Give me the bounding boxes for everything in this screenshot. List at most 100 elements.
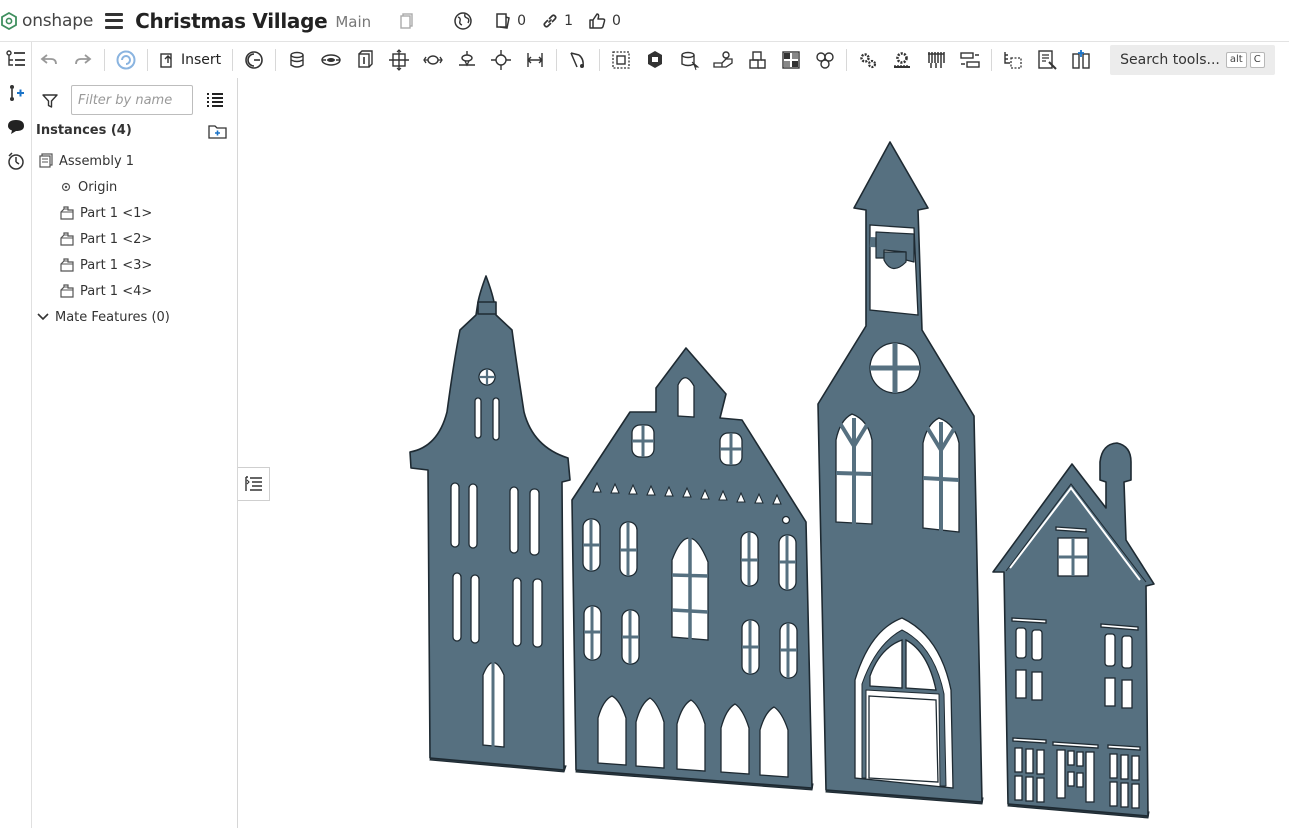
cylindrical-mate-button[interactable] xyxy=(419,46,447,74)
regenerate-icon xyxy=(116,50,136,70)
rack-pinion-button[interactable] xyxy=(888,46,916,74)
part-house-2[interactable] xyxy=(571,347,814,791)
mate-relation-button[interactable] xyxy=(641,46,669,74)
revolute-mate-button[interactable] xyxy=(317,46,345,74)
onshape-logo-icon xyxy=(1,11,17,30)
linear-relation-button[interactable] xyxy=(956,46,984,74)
assembly-toolbar: Insert Search tools... alt C xyxy=(32,42,1289,78)
insert-label: Insert xyxy=(181,52,222,68)
tree-item-label: Part 1 <3> xyxy=(80,257,153,273)
replicate-button[interactable] xyxy=(675,46,703,74)
branch-label[interactable]: Main xyxy=(335,13,371,31)
fastened-mate-icon xyxy=(290,51,304,68)
search-tools-button[interactable]: Search tools... alt C xyxy=(1110,45,1275,75)
feature-list-icon[interactable] xyxy=(0,42,32,76)
tree-item-assembly[interactable]: Assembly 1 xyxy=(32,148,238,174)
tree-item-part[interactable]: Part 1 <1> xyxy=(32,200,238,226)
part-house-1[interactable] xyxy=(409,275,571,773)
toolbar-separator xyxy=(846,49,848,71)
links-button[interactable]: 1 xyxy=(541,12,573,30)
regenerate-button[interactable] xyxy=(112,46,140,74)
history-icon[interactable] xyxy=(0,144,32,178)
part-icon xyxy=(59,205,75,221)
tree-item-part[interactable]: Part 1 <4> xyxy=(32,278,238,304)
insert-icon xyxy=(160,53,172,68)
tree-item-label: Part 1 <2> xyxy=(80,231,153,247)
mate-relation-icon xyxy=(648,51,663,68)
display-states-button[interactable] xyxy=(777,46,805,74)
part-house-3[interactable] xyxy=(817,141,984,805)
group-button[interactable] xyxy=(607,46,635,74)
named-positions-button[interactable] xyxy=(1033,46,1061,74)
screw-relation-button[interactable] xyxy=(922,46,950,74)
slider-mate-button[interactable] xyxy=(351,46,379,74)
part-house-4[interactable] xyxy=(992,442,1155,819)
display-states-icon xyxy=(782,51,800,69)
versions-icon xyxy=(496,12,511,29)
linear-relation-icon xyxy=(960,52,980,68)
links-count: 1 xyxy=(564,12,574,29)
ball-mate-icon xyxy=(491,50,512,70)
replicate-icon xyxy=(681,51,700,71)
menu-icon[interactable] xyxy=(105,12,124,29)
measure-button[interactable] xyxy=(999,46,1027,74)
tree-item-label: Part 1 <4> xyxy=(80,283,153,299)
toolbar-separator xyxy=(104,49,105,71)
circular-pattern-button[interactable] xyxy=(743,46,771,74)
tree-item-label: Part 1 <1> xyxy=(80,205,153,221)
tangent-mate-button[interactable] xyxy=(564,46,592,74)
group-icon xyxy=(612,51,630,69)
redo-button[interactable] xyxy=(69,46,97,74)
parallel-mate-button[interactable] xyxy=(521,46,549,74)
model-canvas[interactable]: .shp { fill: #567080; stroke: #1e2a32; s… xyxy=(239,78,1289,828)
tree-item-mate-features[interactable]: Mate Features (0) xyxy=(32,304,238,330)
exploded-view-icon xyxy=(816,52,834,69)
like-button[interactable]: 0 xyxy=(587,11,621,31)
fastened-mate-button[interactable] xyxy=(283,46,311,74)
logo-text: onshape xyxy=(22,10,94,31)
instances-header[interactable]: Instances (4) xyxy=(36,123,132,138)
copy-document-icon[interactable] xyxy=(398,12,416,30)
document-title[interactable]: Christmas Village xyxy=(135,9,328,33)
globe-icon[interactable] xyxy=(453,11,473,31)
tree-item-part[interactable]: Part 1 <3> xyxy=(32,252,238,278)
graphics-viewport[interactable]: .shp { fill: #567080; stroke: #1e2a32; s… xyxy=(239,78,1289,828)
undo-button[interactable] xyxy=(35,46,63,74)
gear-relation-button[interactable] xyxy=(854,46,882,74)
pin-slot-mate-icon xyxy=(459,51,476,67)
filter-by-name-input[interactable] xyxy=(71,85,193,115)
onshape-logo[interactable]: onshape xyxy=(0,0,93,42)
comments-icon[interactable] xyxy=(0,110,32,144)
redo-icon xyxy=(75,54,92,65)
tree-item-label: Mate Features (0) xyxy=(55,309,170,325)
insert-button[interactable]: Insert xyxy=(155,46,225,74)
tree-item-origin[interactable]: Origin xyxy=(32,174,238,200)
mate-connector-button[interactable] xyxy=(240,46,268,74)
ball-mate-button[interactable] xyxy=(487,46,515,74)
linear-pattern-button[interactable] xyxy=(709,46,737,74)
tree-item-part[interactable]: Part 1 <2> xyxy=(32,226,238,252)
tangent-mate-icon xyxy=(570,52,585,68)
likes-count: 0 xyxy=(612,12,621,29)
mate-connector-icon xyxy=(245,51,263,69)
chevron-down-icon[interactable] xyxy=(36,311,50,323)
planar-mate-icon xyxy=(389,49,410,71)
search-tools-label: Search tools... xyxy=(1120,52,1220,68)
instance-list-panel: Instances (4) Assembly 1 Origin Part 1 <… xyxy=(32,78,238,828)
planar-mate-button[interactable] xyxy=(385,46,413,74)
toolbar-separator xyxy=(556,49,558,71)
filter-row xyxy=(32,85,238,115)
document-header: onshape Christmas Village Main 0 1 0 xyxy=(0,0,1289,42)
insert-mate-icon[interactable] xyxy=(0,76,32,110)
filter-icon[interactable] xyxy=(41,92,59,110)
rack-pinion-icon xyxy=(894,52,911,68)
versions-count: 0 xyxy=(517,12,527,29)
versions-button[interactable]: 0 xyxy=(494,12,526,30)
named-positions-icon xyxy=(1038,50,1057,70)
part-icon xyxy=(59,231,75,247)
new-folder-icon[interactable] xyxy=(208,123,228,139)
insert-parts-button[interactable] xyxy=(1067,46,1095,74)
list-view-icon[interactable] xyxy=(206,92,224,108)
exploded-view-button[interactable] xyxy=(811,46,839,74)
pin-slot-mate-button[interactable] xyxy=(453,46,481,74)
